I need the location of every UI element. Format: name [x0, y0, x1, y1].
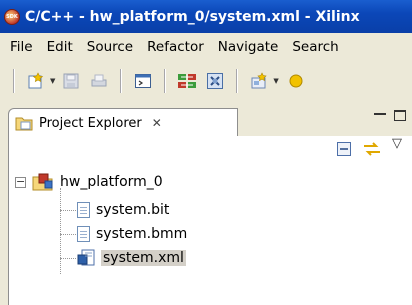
open-type-icon[interactable]	[284, 70, 306, 92]
menu-file[interactable]: File	[3, 39, 40, 55]
file-label: system.bit	[96, 202, 170, 218]
xml-file-icon	[77, 249, 95, 266]
project-explorer-view: Project Explorer ✕ ▽ − hw_platform_0 sys…	[0, 104, 412, 305]
tree-connector	[60, 188, 61, 274]
menu-refactor[interactable]: Refactor	[140, 39, 211, 55]
menu-edit[interactable]: Edit	[40, 39, 80, 55]
view-tab-strip: Project Explorer ✕	[0, 104, 412, 137]
tree-node-file[interactable]: system.bmm	[77, 224, 187, 244]
project-label: hw_platform_0	[60, 174, 163, 190]
build-icon[interactable]	[176, 70, 198, 92]
tree-connector	[60, 234, 76, 235]
collapse-all-icon[interactable]	[336, 141, 352, 157]
menu-bar: File Edit Source Refactor Navigate Searc…	[0, 33, 412, 60]
view-menu-icon[interactable]: ▽	[392, 136, 402, 151]
file-label: system.bmm	[96, 226, 188, 242]
tab-label: Project Explorer	[39, 115, 142, 131]
debug-icon[interactable]	[204, 70, 226, 92]
toolbar-separator	[13, 69, 15, 93]
main-toolbar: ▼ ▼	[0, 60, 412, 102]
tree-node-project[interactable]: − hw_platform_0	[15, 172, 163, 192]
tab-close-icon[interactable]: ✕	[152, 116, 162, 130]
toolbar-separator	[120, 69, 123, 93]
sdk-app-icon: SDK	[4, 8, 20, 25]
save-icon[interactable]	[60, 70, 82, 92]
minimize-view-icon[interactable]	[374, 113, 386, 123]
view-window-controls	[374, 110, 406, 123]
tab-project-explorer[interactable]: Project Explorer ✕	[8, 108, 238, 137]
new-icon[interactable]	[25, 70, 47, 92]
maximize-view-icon[interactable]	[394, 110, 406, 121]
toolbar-separator	[164, 69, 167, 93]
new-project-dropdown-icon[interactable]: ▼	[273, 77, 278, 85]
menu-navigate[interactable]: Navigate	[211, 39, 286, 55]
title-bar[interactable]: SDK C/C++ - hw_platform_0/system.xml - X…	[0, 0, 412, 33]
tree-node-file[interactable]: system.bit	[77, 200, 169, 220]
project-explorer-icon	[15, 117, 33, 131]
tree-connector	[60, 258, 76, 259]
print-icon[interactable]	[88, 70, 110, 92]
menu-source[interactable]: Source	[80, 39, 140, 55]
new-dropdown-icon[interactable]: ▼	[50, 77, 55, 85]
collapse-toggle-icon[interactable]: −	[15, 176, 26, 188]
view-toolbar: ▽	[336, 136, 402, 157]
file-icon	[77, 226, 90, 242]
tree-node-file-selected[interactable]: system.xml	[77, 248, 186, 268]
toolbar-separator	[236, 69, 239, 93]
link-with-editor-icon[interactable]	[362, 141, 382, 157]
file-icon	[77, 202, 90, 218]
window-title: C/C++ - hw_platform_0/system.xml - Xilin…	[25, 8, 360, 25]
tree-connector	[60, 210, 76, 211]
new-project-icon[interactable]	[248, 70, 270, 92]
console-icon[interactable]	[132, 70, 154, 92]
project-folder-icon	[32, 173, 53, 191]
project-explorer-content: ▽ − hw_platform_0 system.bit system.bmm	[8, 136, 412, 305]
file-label: system.xml	[101, 250, 186, 266]
menu-search[interactable]: Search	[285, 39, 345, 55]
